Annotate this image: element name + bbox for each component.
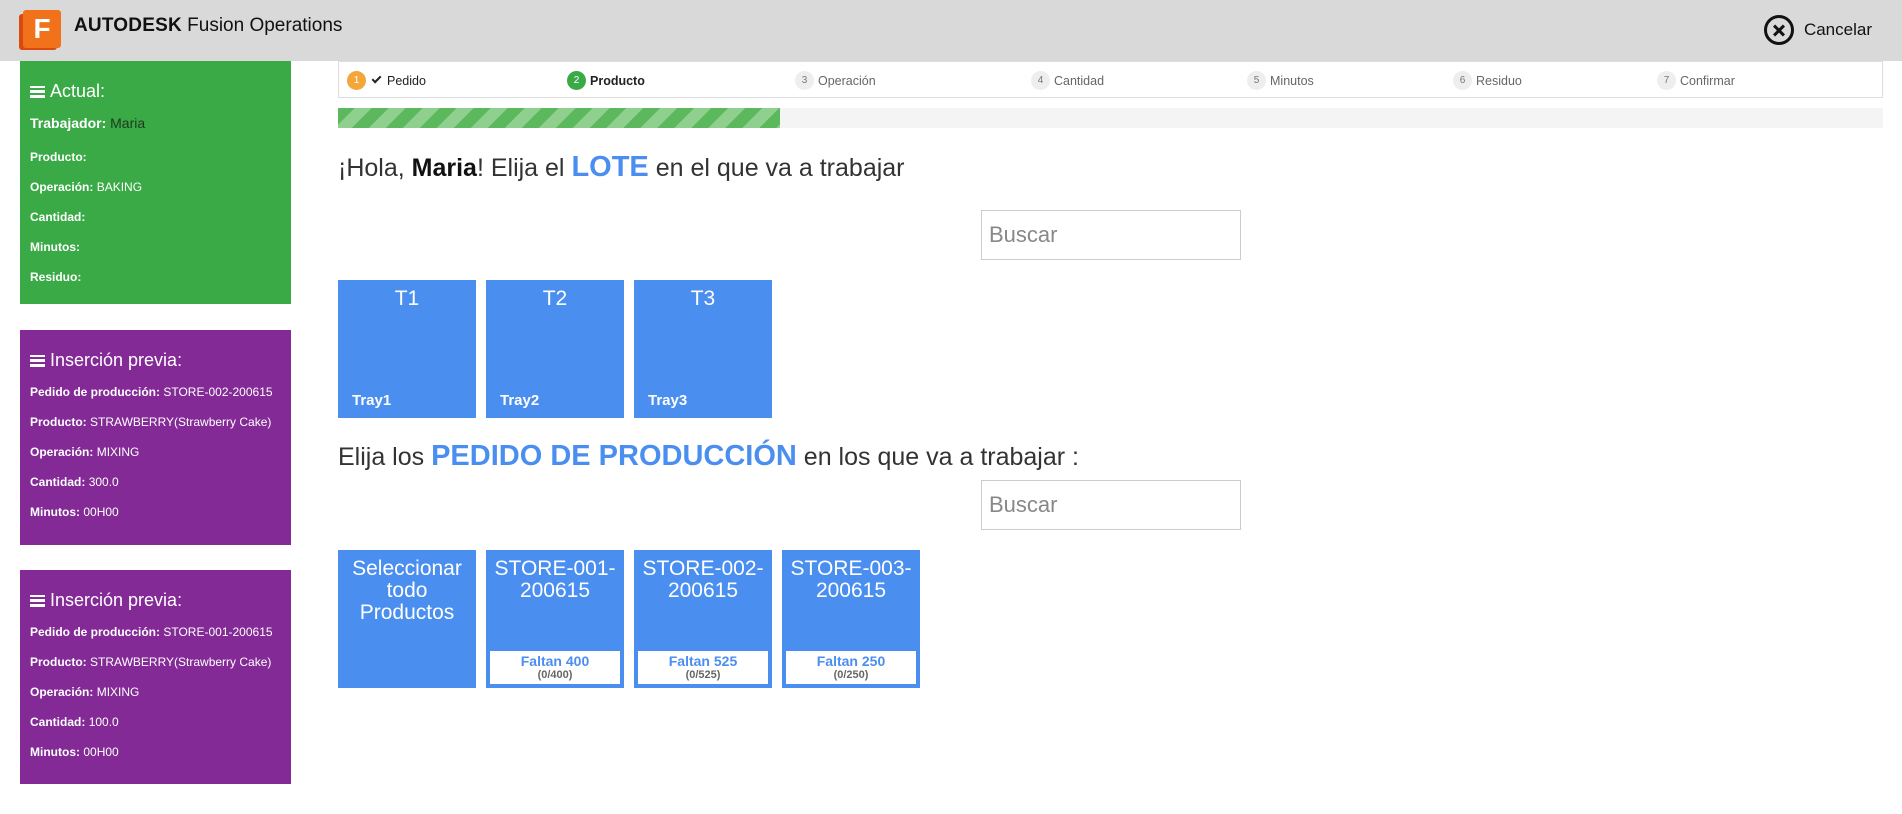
order-tile-store-001[interactable]: STORE-001-200615 Faltan 400 (0/400) xyxy=(486,550,624,688)
close-circle-icon xyxy=(1763,15,1794,45)
wizard-steps: 1 Pedido 2 Producto 3 Operación 4 Cantidad 5… xyxy=(338,61,1883,98)
menu-icon xyxy=(30,354,45,367)
step-pedido[interactable]: 1 Pedido xyxy=(347,71,426,90)
previous-minutes: Minutos: 00H00 xyxy=(30,505,119,519)
step-cantidad: 4 Cantidad xyxy=(1031,71,1104,90)
previous-panel-title: Inserción previa: xyxy=(30,590,291,611)
brand-product: Fusion Operations xyxy=(187,15,343,36)
step-operacion: 3 Operación xyxy=(795,71,876,90)
previous-minutes: Minutos: 00H00 xyxy=(30,745,119,759)
previous-quantity: Cantidad: 300.0 xyxy=(30,475,119,489)
step-producto[interactable]: 2 Producto xyxy=(567,71,645,90)
current-panel: Actual: Trabajador: Maria Producto: Oper… xyxy=(20,61,291,304)
menu-icon xyxy=(30,594,45,607)
previous-insert-panel: Inserción previa: Pedido de producción: … xyxy=(20,330,291,545)
order-remaining: Faltan 250 (0/250) xyxy=(786,651,916,684)
lot-tile-t3[interactable]: T3 Tray3 xyxy=(634,280,772,418)
current-quantity: Cantidad: xyxy=(30,210,86,224)
step-residuo: 6 Residuo xyxy=(1453,71,1522,90)
current-minutes: Minutos: xyxy=(30,240,80,254)
current-operation: Operación: BAKING xyxy=(30,180,143,194)
previous-operation: Operación: MIXING xyxy=(30,685,140,699)
previous-insert-panel: Inserción previa: Pedido de producción: … xyxy=(20,570,291,784)
step-confirmar: 7 Confirmar xyxy=(1657,71,1735,90)
menu-icon xyxy=(30,85,45,98)
order-remaining: Faltan 525 (0/525) xyxy=(638,651,768,684)
lot-search-input[interactable] xyxy=(981,210,1241,260)
order-tile-store-002[interactable]: STORE-002-200615 Faltan 525 (0/525) xyxy=(634,550,772,688)
fusion-logo-icon: F xyxy=(19,10,63,50)
step-minutos: 5 Minutos xyxy=(1247,71,1314,90)
app-title: AUTODESK Fusion Operations xyxy=(74,15,342,37)
lot-tile-t1[interactable]: T1 Tray1 xyxy=(338,280,476,418)
order-heading: Elija los PEDIDO DE PRODUCCIÓN en los qu… xyxy=(338,440,1079,472)
previous-order: Pedido de producción: STORE-001-200615 xyxy=(30,625,273,639)
brand-autodesk: AUTODESK xyxy=(74,15,182,36)
previous-quantity: Cantidad: 100.0 xyxy=(30,715,119,729)
progress-fill xyxy=(338,108,780,128)
previous-product: Producto: STRAWBERRY(Strawberry Cake) xyxy=(30,655,272,669)
current-panel-title: Actual: xyxy=(30,81,291,102)
top-bar: F AUTODESK Fusion Operations Cancelar xyxy=(0,0,1902,61)
lot-tile-t2[interactable]: T2 Tray2 xyxy=(486,280,624,418)
wizard-progress-bar xyxy=(338,108,1883,128)
lot-heading: ¡Hola, Maria! Elija el LOTE en el que va… xyxy=(338,151,905,183)
current-product: Producto: xyxy=(30,150,87,164)
previous-panel-title: Inserción previa: xyxy=(30,350,291,371)
cancel-button[interactable]: Cancelar xyxy=(1763,14,1872,46)
cancel-label: Cancelar xyxy=(1803,20,1872,39)
order-search-input[interactable] xyxy=(981,480,1241,530)
check-icon xyxy=(371,73,382,84)
previous-order: Pedido de producción: STORE-002-200615 xyxy=(30,385,273,399)
previous-product: Producto: STRAWBERRY(Strawberry Cake) xyxy=(30,415,272,429)
select-all-products-tile[interactable]: Seleccionar todo Productos xyxy=(338,550,476,688)
current-waste: Residuo: xyxy=(30,270,82,284)
order-remaining: Faltan 400 (0/400) xyxy=(490,651,620,684)
current-worker: Trabajador: Maria xyxy=(30,115,146,131)
order-tile-store-003[interactable]: STORE-003-200615 Faltan 250 (0/250) xyxy=(782,550,920,688)
previous-operation: Operación: MIXING xyxy=(30,445,140,459)
